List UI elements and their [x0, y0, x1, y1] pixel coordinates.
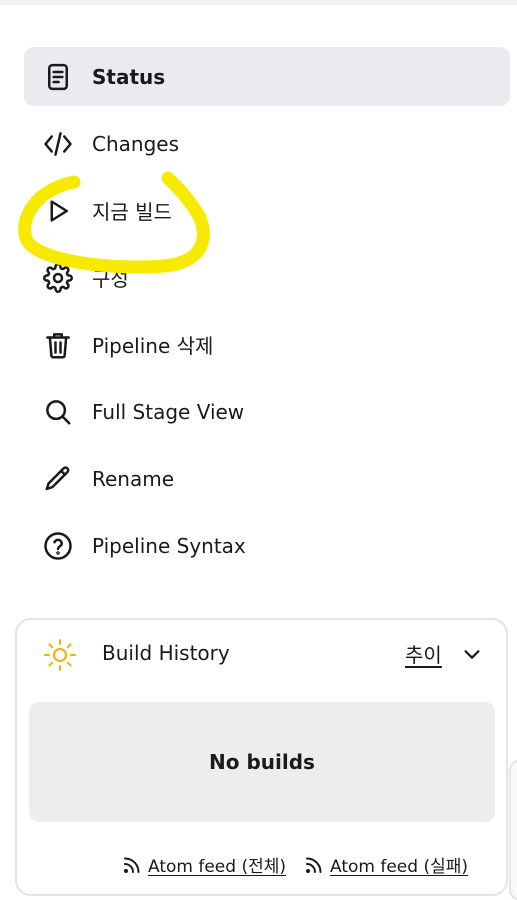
- nav-item-full-stage-view[interactable]: Full Stage View: [24, 382, 510, 441]
- nav-item-build-now[interactable]: 지금 빌드: [24, 181, 510, 240]
- search-icon: [42, 396, 74, 428]
- trash-icon: [42, 329, 74, 361]
- build-history-title: Build History: [102, 641, 230, 665]
- gear-icon: [42, 262, 74, 294]
- nav-item-delete-pipeline[interactable]: Pipeline 삭제: [24, 315, 510, 374]
- feed-label[interactable]: Atom feed (실패): [330, 852, 468, 877]
- nav-item-configure[interactable]: 구성: [24, 248, 510, 307]
- nav-item-label: Rename: [92, 466, 175, 491]
- document-icon: [42, 61, 74, 93]
- nav-item-label: 구성: [92, 267, 129, 291]
- chevron-down-icon[interactable]: [461, 643, 483, 665]
- side-panel-nav: Status Changes 지금 빌드 구성 Pipeline 삭제 Full…: [24, 47, 510, 583]
- nav-item-label: Status: [92, 64, 166, 89]
- no-builds-text: No builds: [209, 750, 315, 774]
- nav-item-rename[interactable]: Rename: [24, 449, 510, 508]
- build-history-panel: Build History 추이 No builds Atom feed (전체…: [15, 618, 508, 896]
- top-strip: [0, 0, 517, 5]
- nav-item-label: Full Stage View: [92, 399, 245, 424]
- atom-feed-all-link[interactable]: Atom feed (전체): [122, 852, 286, 877]
- build-history-header: Build History 추이: [17, 620, 506, 690]
- play-icon: [42, 195, 74, 227]
- pencil-icon: [42, 463, 74, 495]
- nav-item-label: Pipeline 삭제: [92, 334, 214, 358]
- scroll-edge-widget: [509, 760, 517, 900]
- atom-feed-failed-link[interactable]: Atom feed (실패): [304, 852, 468, 877]
- sun-icon: [44, 639, 76, 671]
- rss-icon: [124, 857, 140, 873]
- code-icon: [42, 128, 74, 160]
- nav-item-label: Changes: [92, 131, 179, 156]
- nav-item-status[interactable]: Status: [24, 47, 510, 106]
- help-icon: [42, 530, 74, 562]
- feed-label[interactable]: Atom feed (전체): [148, 852, 286, 877]
- rss-icon: [306, 857, 322, 873]
- nav-item-label: 지금 빌드: [92, 200, 172, 224]
- trend-link[interactable]: 추이: [405, 639, 442, 668]
- nav-item-changes[interactable]: Changes: [24, 114, 510, 173]
- nav-item-pipeline-syntax[interactable]: Pipeline Syntax: [24, 516, 510, 575]
- builds-empty-state: No builds: [29, 702, 495, 822]
- nav-item-label: Pipeline Syntax: [92, 533, 246, 558]
